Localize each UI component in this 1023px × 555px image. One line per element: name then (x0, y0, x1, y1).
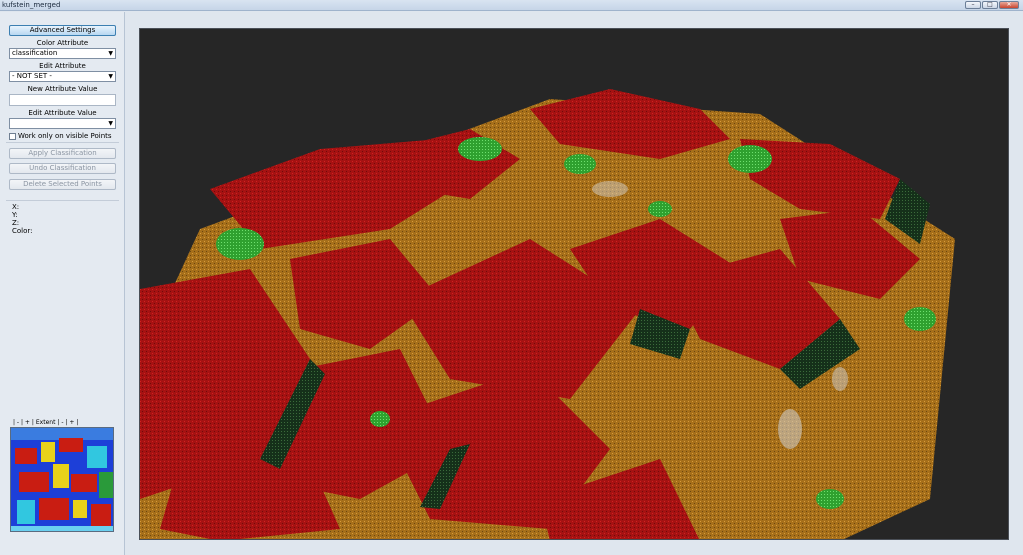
title-bar: kufstein_merged – □ ✕ (0, 0, 1023, 11)
maximize-button[interactable]: □ (982, 1, 998, 9)
chevron-down-icon: ▼ (108, 73, 113, 80)
minimize-button[interactable]: – (965, 1, 981, 9)
minimap-image (11, 428, 113, 531)
color-attribute-value: classification (12, 49, 58, 57)
point-cloud-render (140, 29, 1008, 539)
undo-classification-button[interactable]: Undo Classification (9, 163, 116, 174)
new-attribute-value-input[interactable] (9, 94, 116, 106)
color-attribute-select[interactable]: classification ▼ (9, 48, 116, 59)
window-controls: – □ ✕ (965, 1, 1019, 9)
z-readout: Z: (12, 219, 20, 227)
minimap-zoom-right[interactable]: | - | + | (57, 419, 78, 426)
minimap-extent-button[interactable]: Extent (36, 419, 56, 426)
point-cloud-viewport[interactable] (139, 28, 1009, 540)
edit-attribute-label: Edit Attribute (39, 62, 86, 70)
x-readout: X: (12, 203, 20, 211)
edit-attribute-value-select[interactable]: ▼ (9, 118, 116, 129)
minimap-zoom-left[interactable]: | - | + | (13, 419, 34, 426)
window-title: kufstein_merged (2, 1, 61, 9)
new-attribute-value-label: New Attribute Value (27, 85, 98, 93)
apply-classification-button[interactable]: Apply Classification (9, 148, 116, 159)
divider (6, 142, 119, 143)
color-attribute-label: Color Attribute (36, 39, 89, 47)
edit-attribute-select[interactable]: - NOT SET - ▼ (9, 71, 116, 82)
minimap[interactable] (10, 427, 114, 532)
minimap-toolbar: | - | + | Extent | - | + | (13, 418, 113, 426)
advanced-settings-button[interactable]: Advanced Settings (9, 25, 116, 36)
color-readout: Color: (12, 227, 33, 235)
close-button[interactable]: ✕ (999, 1, 1019, 9)
edit-attribute-value: - NOT SET - (12, 72, 52, 80)
chevron-down-icon: ▼ (108, 120, 113, 127)
chevron-down-icon: ▼ (108, 50, 113, 57)
work-only-visible-row[interactable]: Work only on visible Points (9, 132, 112, 140)
edit-attribute-value-label: Edit Attribute Value (28, 109, 97, 117)
y-readout: Y: (12, 211, 18, 219)
divider (6, 200, 119, 201)
delete-selected-points-button[interactable]: Delete Selected Points (9, 179, 116, 190)
work-only-visible-label: Work only on visible Points (18, 132, 112, 140)
work-only-visible-checkbox[interactable] (9, 132, 16, 140)
